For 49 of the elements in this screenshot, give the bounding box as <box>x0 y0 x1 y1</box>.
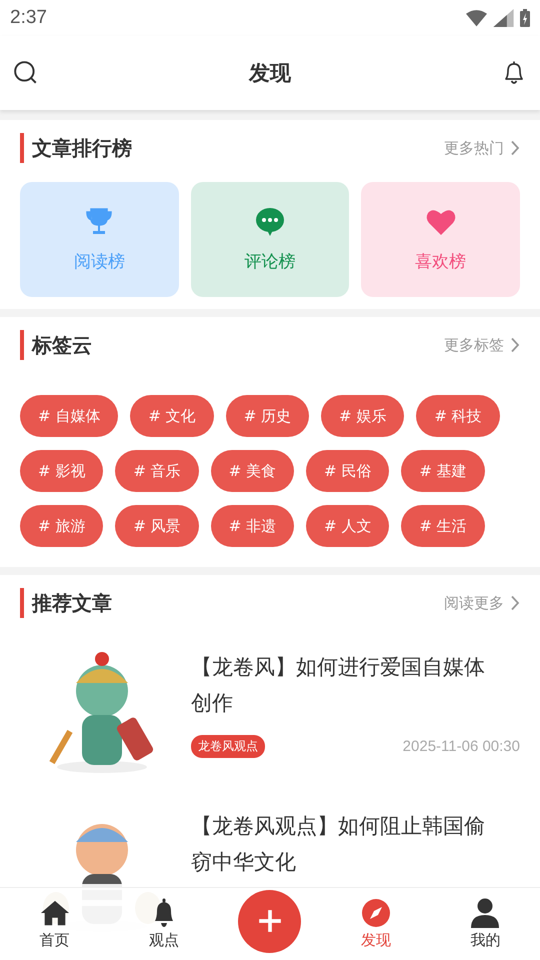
accent-bar <box>20 588 24 618</box>
tag-chip[interactable]: # 文化 <box>130 395 214 437</box>
wifi-icon <box>466 9 487 27</box>
signal-icon <box>493 9 514 27</box>
ranking-card[interactable]: 评论榜 <box>190 182 350 297</box>
tag-chip[interactable]: # 非遗 <box>210 505 294 547</box>
tag-chip[interactable]: # 民俗 <box>306 450 390 492</box>
ranking-card[interactable]: 喜欢榜 <box>361 182 520 297</box>
nav-tab[interactable]: 发现 <box>340 898 411 950</box>
chevron-right-icon <box>510 140 520 156</box>
article-title[interactable]: 【龙卷风观点】如何阻止韩国偷窃中华文化 <box>191 808 520 880</box>
nav-tab[interactable]: 观点 <box>129 898 200 950</box>
search-icon <box>13 60 39 86</box>
tag-chip[interactable]: # 旅游 <box>20 505 104 547</box>
tag-chip[interactable]: # 自媒体 <box>20 395 118 437</box>
page-title: 发现 <box>249 60 291 87</box>
accent-bar <box>20 133 24 163</box>
home-icon <box>40 898 70 928</box>
article-title[interactable]: 【龙卷风】如何进行爱国自媒体创作 <box>191 649 520 721</box>
tag-chip[interactable]: # 科技 <box>416 395 500 437</box>
ranking-card[interactable]: 阅读榜 <box>20 182 179 297</box>
section-title: 标签云 <box>32 332 93 358</box>
more-link[interactable]: 更多热门 <box>444 138 520 158</box>
section-title: 文章排行榜 <box>32 134 133 162</box>
tag-chip[interactable]: # 娱乐 <box>321 395 404 437</box>
more-link[interactable]: 更多标签 <box>444 336 520 354</box>
tag-chip[interactable]: # 生活 <box>401 505 485 547</box>
person-icon <box>470 898 500 928</box>
tag-chip[interactable]: # 美食 <box>210 450 294 492</box>
section-title: 推荐文章 <box>32 590 113 616</box>
tag-chip[interactable]: # 风景 <box>115 505 199 547</box>
battery-icon <box>520 9 530 27</box>
tag-chip[interactable]: # 音乐 <box>115 450 199 492</box>
tag-chip[interactable]: # 人文 <box>306 505 390 547</box>
tag-chip[interactable]: # 基建 <box>401 450 485 492</box>
chevron-right-icon <box>510 337 520 353</box>
chevron-right-icon <box>510 595 520 611</box>
nav-tab[interactable]: 我的 <box>450 898 520 950</box>
nav-tab[interactable]: 首页 <box>20 898 90 950</box>
more-link[interactable]: 阅读更多 <box>444 594 520 612</box>
compass-icon <box>360 898 391 928</box>
plus-icon <box>256 908 283 934</box>
chat-bubble-icon <box>254 206 286 238</box>
article-tag: 龙卷风观点 <box>191 735 265 758</box>
status-time: 2:37 <box>10 7 47 29</box>
article-date: 2025-11-06 00:30 <box>402 738 520 755</box>
tag-chip[interactable]: # 影视 <box>20 450 104 492</box>
accent-bar <box>20 330 24 360</box>
tag-chip[interactable]: # 历史 <box>226 395 310 437</box>
